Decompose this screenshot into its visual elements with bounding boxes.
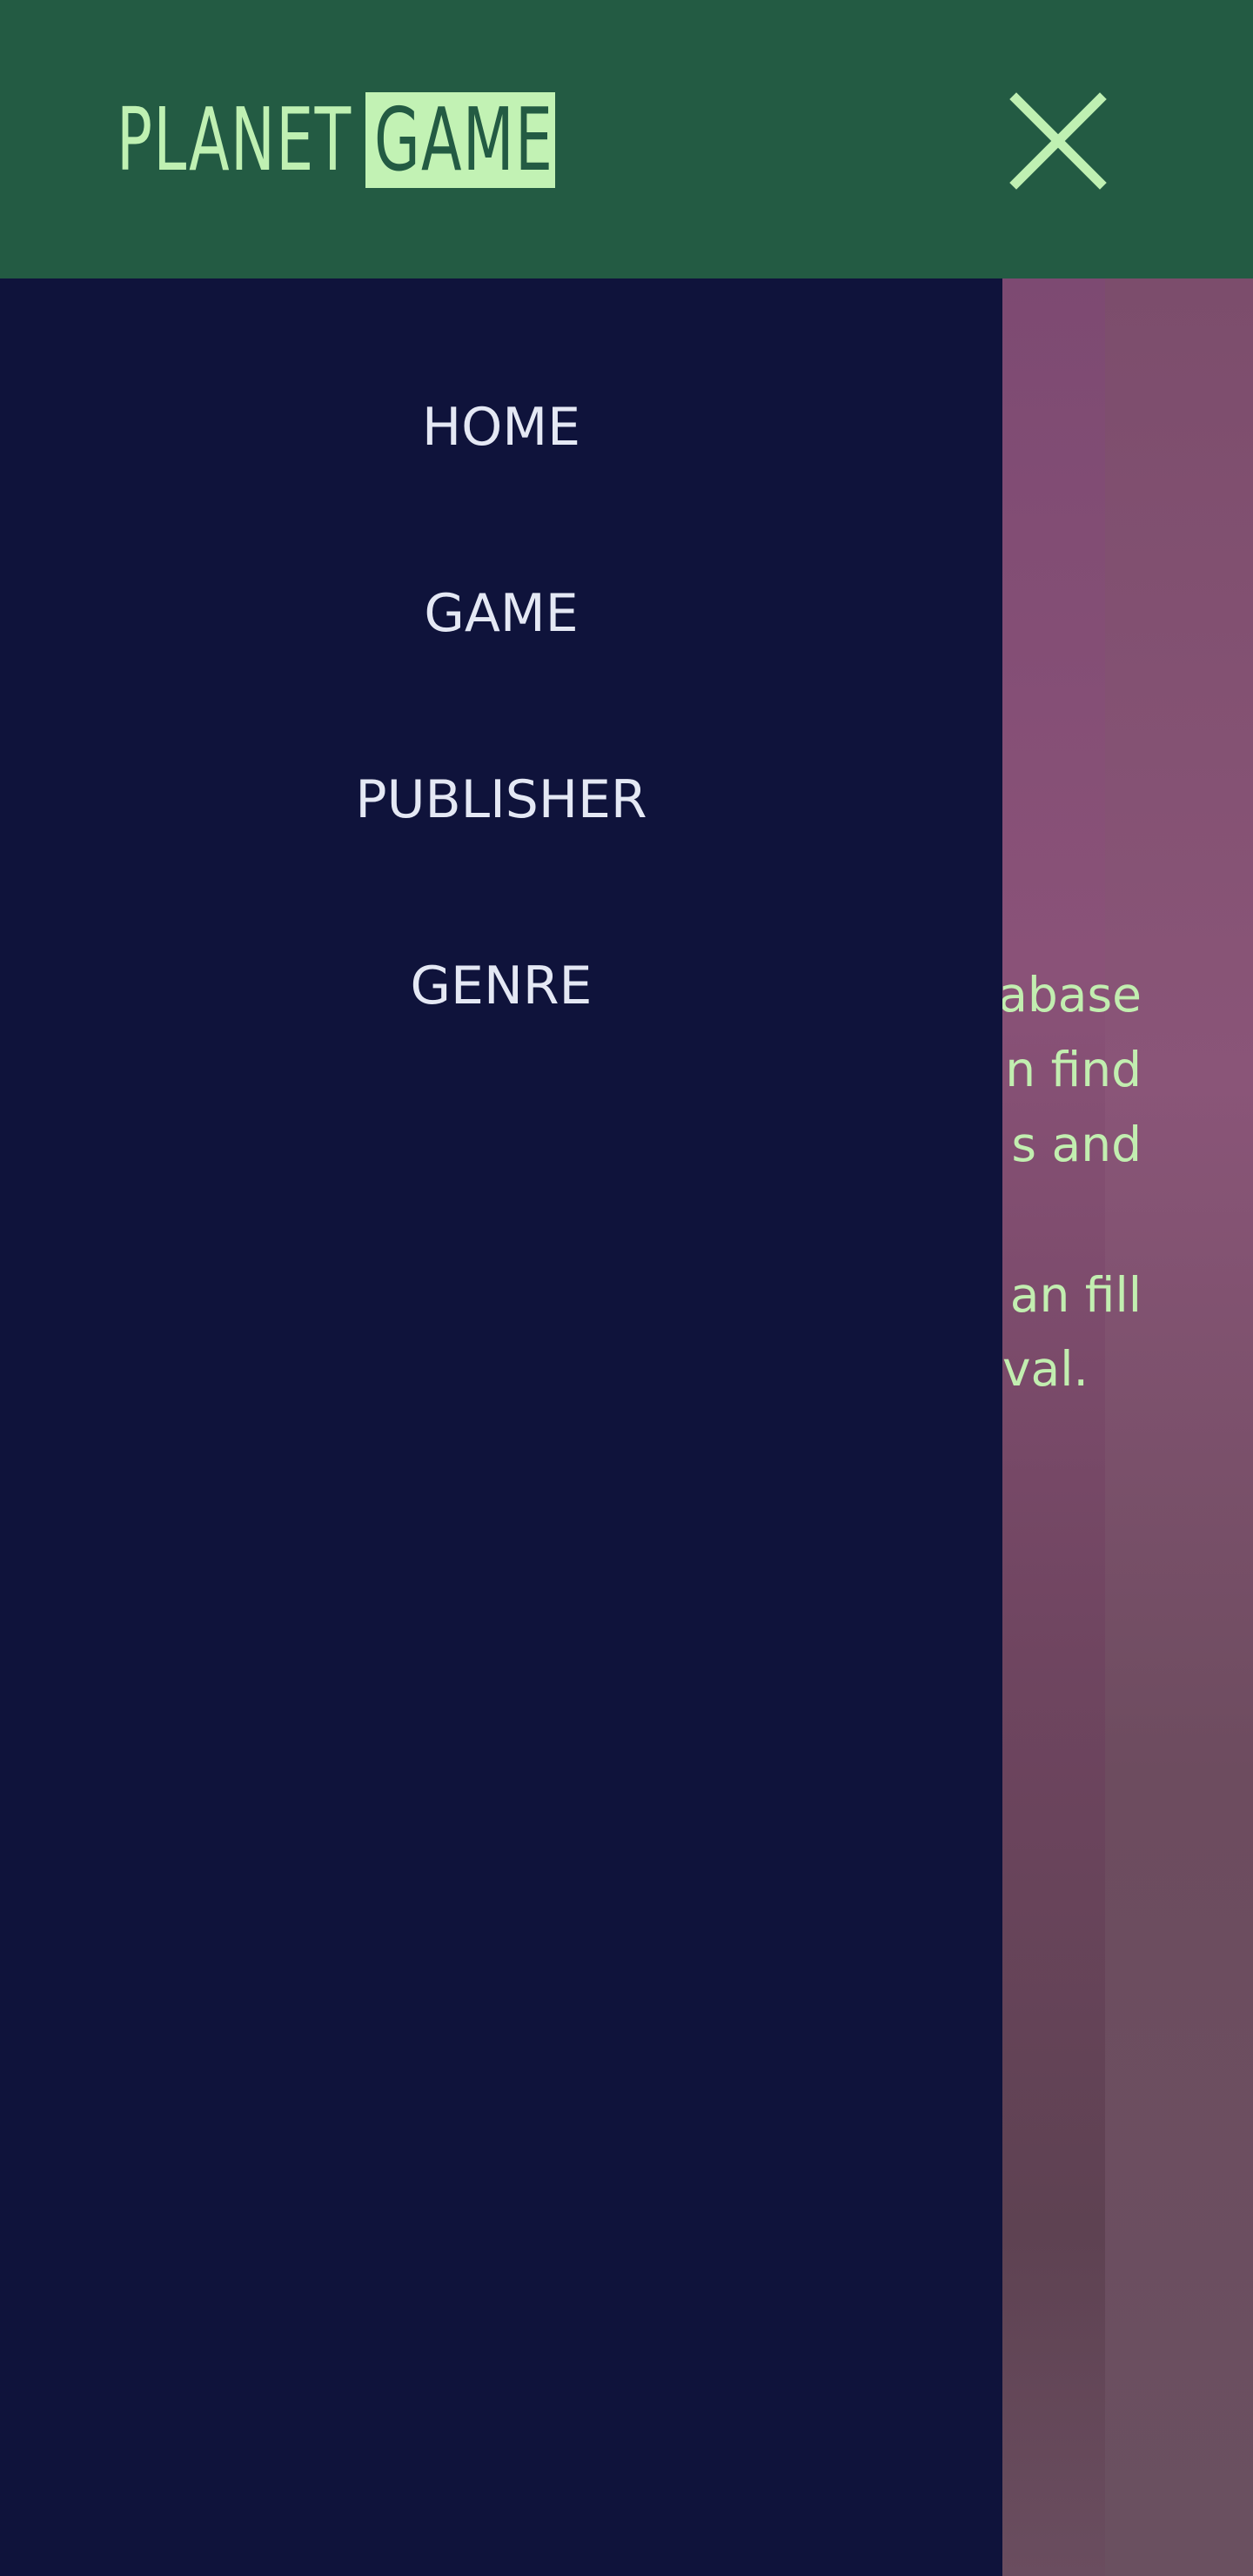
site-header: PLANET GAME	[0, 0, 1253, 278]
intro-line-3: s and	[1011, 1117, 1142, 1172]
nav-item-genre[interactable]: GENRE	[0, 943, 1002, 1030]
logo-badge-game: GAME	[365, 92, 555, 188]
hero-image-strip	[1105, 278, 1253, 2576]
nav-item-home[interactable]: HOME	[0, 384, 1002, 471]
side-nav-drawer: HOME GAME PUBLISHER GENRE	[0, 278, 1002, 2576]
logo-text-planet: PLANET	[117, 89, 352, 191]
nav-item-game[interactable]: GAME	[0, 570, 1002, 657]
intro-line-2: n find	[1005, 1042, 1142, 1097]
logo-text-game: GAME	[374, 92, 554, 188]
intro-line-4: an fill	[1009, 1267, 1142, 1323]
intro-line-5: val.	[1002, 1341, 1089, 1397]
close-icon	[1009, 92, 1107, 190]
site-logo[interactable]: PLANET GAME	[117, 92, 555, 188]
close-menu-button[interactable]	[1008, 91, 1109, 191]
nav-item-publisher[interactable]: PUBLISHER	[0, 756, 1002, 843]
intro-text-fragments: abase n find s and an fill val.	[998, 957, 1142, 1410]
intro-line-1: abase	[998, 967, 1142, 1023]
